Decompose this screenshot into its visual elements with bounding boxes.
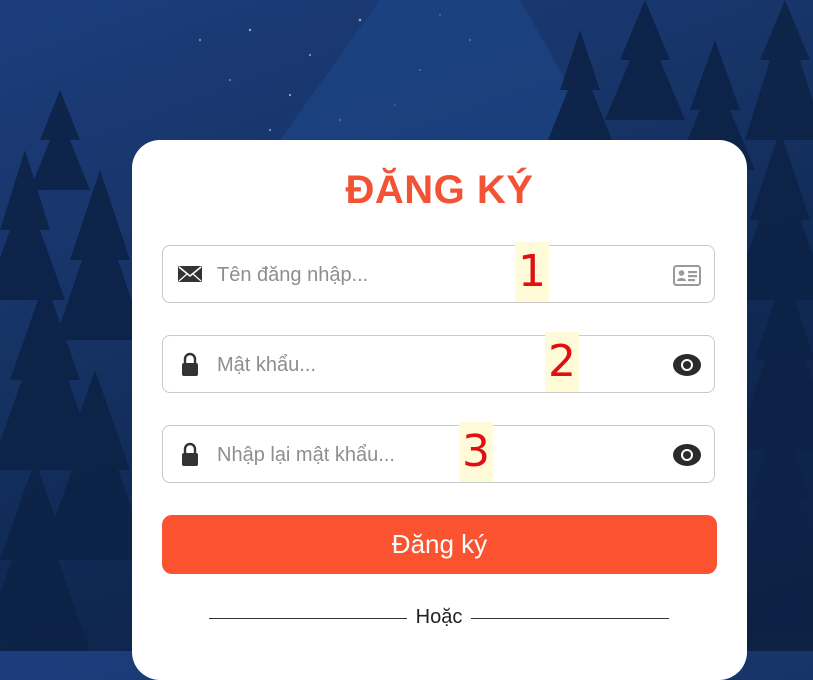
divider-label: Hoặc xyxy=(415,606,463,628)
eye-icon[interactable] xyxy=(672,350,702,380)
username-input[interactable] xyxy=(215,246,619,304)
password-field[interactable]: 2 xyxy=(162,332,715,394)
confirm-password-input[interactable] xyxy=(215,426,619,484)
divider-line-left xyxy=(209,618,407,619)
lock-icon xyxy=(182,442,198,466)
username-field[interactable]: 1 xyxy=(162,242,715,304)
register-button[interactable]: Đăng ký xyxy=(162,515,717,574)
field-marker-1: 1 xyxy=(515,242,549,302)
envelope-icon xyxy=(178,266,202,282)
confirm-password-field[interactable]: 3 xyxy=(162,422,715,484)
eye-icon[interactable] xyxy=(672,440,702,470)
register-card: ĐĂNG KÝ 1 2 xyxy=(132,140,747,680)
field-marker-2: 2 xyxy=(545,332,579,392)
or-divider: Hoặc xyxy=(209,606,669,632)
divider-line-right xyxy=(471,618,669,619)
lock-icon xyxy=(182,352,198,376)
page-title: ĐĂNG KÝ xyxy=(345,168,534,212)
id-card-icon[interactable] xyxy=(672,260,702,290)
field-marker-3: 3 xyxy=(459,422,493,482)
